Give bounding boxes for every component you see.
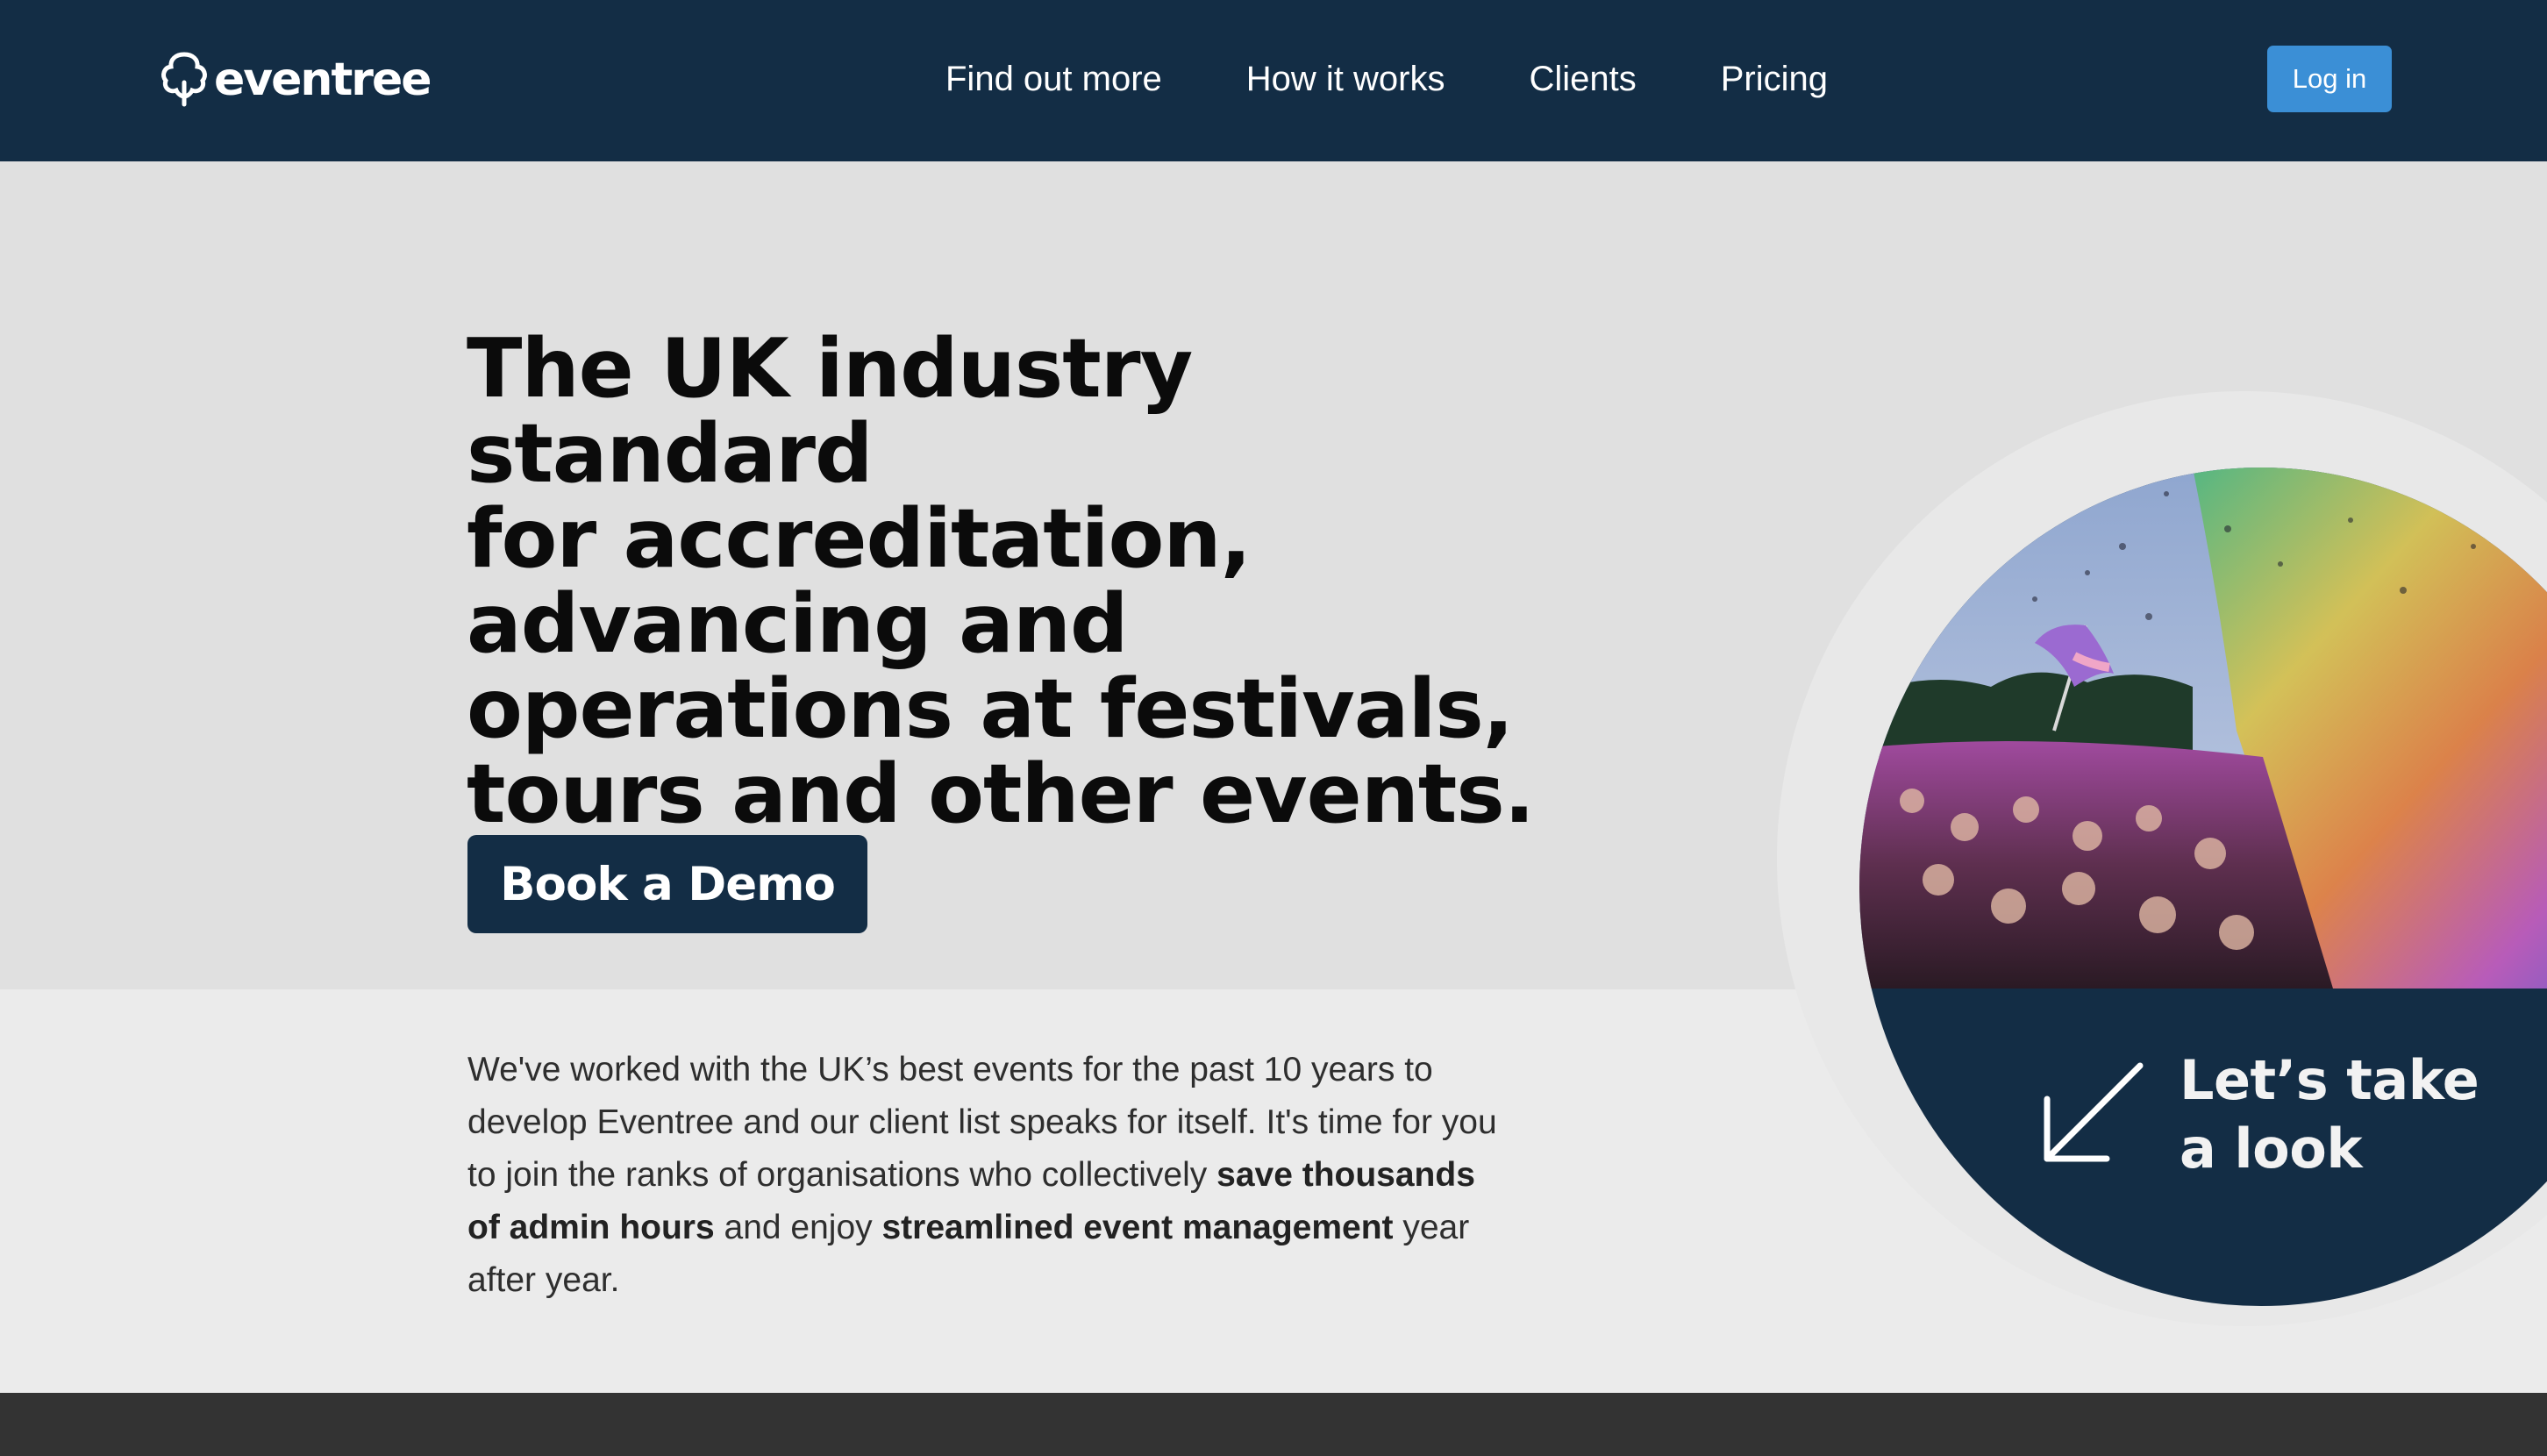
brand-logo[interactable]: eventree: [160, 49, 432, 111]
intro-paragraph: We've worked with the UK’s best events f…: [467, 1044, 1511, 1307]
intro-highlight-event-management: streamlined event management: [881, 1209, 1394, 1246]
headline-line: advancing and: [467, 576, 1129, 671]
brand-name: eventree: [214, 54, 432, 106]
nav-find-out-more[interactable]: Find out more: [945, 54, 1162, 103]
festival-crowd-photo: [1859, 467, 2547, 989]
nav-how-it-works[interactable]: How it works: [1246, 54, 1445, 103]
footer-strip: [0, 1393, 2547, 1456]
login-button[interactable]: Log in: [2267, 46, 2392, 112]
page: eventree Find out more How it works Clie…: [0, 0, 2547, 1456]
look-line: Let’s take: [2180, 1048, 2479, 1112]
headline-line: operations at festivals,: [467, 661, 1514, 756]
main-nav: Find out more How it works Clients Prici…: [945, 54, 1828, 103]
arrow-down-left-icon: [2044, 1062, 2144, 1162]
tree-icon: [160, 49, 209, 111]
headline-line: for accreditation,: [467, 491, 1252, 586]
site-header: eventree Find out more How it works Clie…: [0, 0, 2547, 161]
intro-text: and enjoy: [714, 1209, 882, 1246]
book-demo-button[interactable]: Book a Demo: [467, 835, 867, 933]
hero-headline: The UK industry standard for accreditati…: [467, 326, 1589, 837]
headline-line: tours and other events.: [467, 746, 1535, 841]
nav-clients[interactable]: Clients: [1529, 54, 1636, 103]
look-line: a look: [2180, 1117, 2363, 1181]
lets-take-a-look-text: Let’s take a look: [2180, 1046, 2547, 1183]
nav-pricing[interactable]: Pricing: [1721, 54, 1828, 103]
headline-line: The UK industry standard: [467, 321, 1193, 501]
